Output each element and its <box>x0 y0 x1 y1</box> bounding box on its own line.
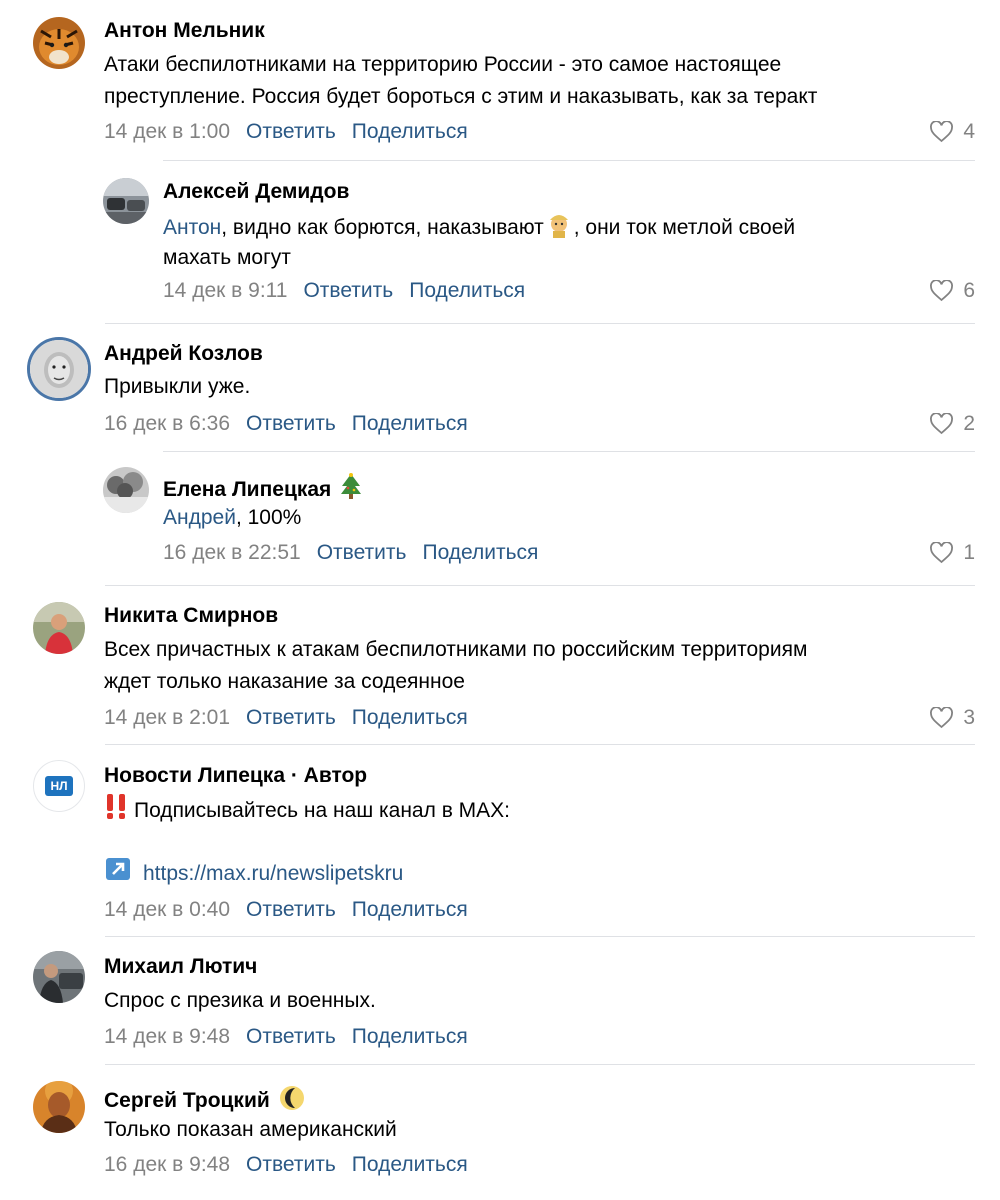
heart-icon <box>930 542 954 564</box>
comment-date[interactable]: 14 дек в 1:00 <box>104 120 230 144</box>
winter-trees-photo <box>103 467 149 513</box>
cars-photo <box>103 178 149 224</box>
avatar[interactable]: НЛ <box>33 760 85 812</box>
mention-link[interactable]: Антон <box>163 216 221 239</box>
man-face-photo <box>30 340 88 398</box>
comment-text-line: Подписывайтесь на наш канал в MAX: <box>104 792 510 831</box>
like-count: 3 <box>963 706 975 729</box>
avatar[interactable] <box>27 337 91 401</box>
comment-author[interactable]: Антон Мельник <box>104 19 265 43</box>
like-count: 4 <box>963 120 975 143</box>
share-button[interactable]: Поделиться <box>409 279 525 303</box>
avatar[interactable] <box>103 178 149 224</box>
comment-author[interactable]: Михаил Лютич <box>104 955 257 979</box>
comment-text-line: Всех причастных к атакам беспилотниками … <box>104 638 808 661</box>
comment-text-line: Атаки беспилотниками на территорию Росси… <box>104 53 782 76</box>
reply-button[interactable]: Ответить <box>246 898 336 922</box>
share-button[interactable]: Поделиться <box>352 120 468 144</box>
arrow-up-right-icon <box>104 856 134 893</box>
avatar[interactable] <box>33 602 85 654</box>
comment-text-line: махать могут <box>163 246 291 269</box>
divider <box>105 744 975 745</box>
comment-text-line: Привыкли уже. <box>104 375 251 398</box>
comment-date[interactable]: 16 дек в 6:36 <box>104 412 230 436</box>
like-button[interactable]: 3 <box>929 706 975 730</box>
like-button[interactable]: 6 <box>929 279 975 303</box>
reply-button[interactable]: Ответить <box>303 279 393 303</box>
share-button[interactable]: Поделиться <box>422 541 538 565</box>
comment-date[interactable]: 16 дек в 22:51 <box>163 541 301 565</box>
share-button[interactable]: Поделиться <box>352 706 468 730</box>
reply-button[interactable]: Ответить <box>246 1025 336 1049</box>
share-button[interactable]: Поделиться <box>352 898 468 922</box>
external-link[interactable]: https://max.ru/newslipetskru <box>143 862 403 885</box>
double-exclamation-emoji <box>104 792 134 831</box>
like-count: 1 <box>963 541 975 564</box>
share-button[interactable]: Поделиться <box>352 1153 468 1177</box>
comment-date[interactable]: 14 дек в 0:40 <box>104 898 230 922</box>
comment-date[interactable]: 14 дек в 2:01 <box>104 706 230 730</box>
avatar[interactable] <box>33 951 85 1003</box>
comment-author[interactable]: Новости Липецка · Автор <box>104 764 367 788</box>
comment-text-line: Спрос с презика и военных. <box>104 989 376 1012</box>
reply-button[interactable]: Ответить <box>246 706 336 730</box>
comment-text-line: преступление. Россия будет бороться с эт… <box>104 85 818 108</box>
christmas-tree-emoji <box>339 473 363 507</box>
like-count: 2 <box>963 412 975 435</box>
comment-author[interactable]: Алексей Демидов <box>163 180 349 204</box>
bald-man-photo <box>33 1081 85 1133</box>
comment-date[interactable]: 14 дек в 9:11 <box>163 279 287 303</box>
divider <box>105 1064 975 1065</box>
person-car-photo <box>33 951 85 1003</box>
divider <box>163 451 975 452</box>
comment-author[interactable]: Никита Смирнов <box>104 604 278 628</box>
comment-text-line: ждет только наказание за содеянное <box>104 670 465 693</box>
divider <box>105 323 975 324</box>
reply-button[interactable]: Ответить <box>317 541 407 565</box>
police-officer-emoji <box>544 208 574 249</box>
heart-icon <box>930 280 954 302</box>
heart-icon <box>930 707 954 729</box>
heart-icon <box>930 413 954 435</box>
like-button[interactable]: 4 <box>929 120 975 144</box>
divider <box>105 936 975 937</box>
mention-link[interactable]: Андрей <box>163 506 236 529</box>
reply-button[interactable]: Ответить <box>246 412 336 436</box>
avatar[interactable] <box>103 467 149 513</box>
share-button[interactable]: Поделиться <box>352 1025 468 1049</box>
avatar[interactable] <box>33 17 85 69</box>
tiger-photo <box>33 17 85 69</box>
like-count: 6 <box>963 279 975 302</box>
share-button[interactable]: Поделиться <box>352 412 468 436</box>
comment-author[interactable]: Андрей Козлов <box>104 342 263 366</box>
like-button[interactable]: 1 <box>929 541 975 565</box>
comment-text-line: Только показан американский <box>104 1118 397 1141</box>
heart-icon <box>930 121 954 143</box>
divider <box>105 585 975 586</box>
avatar[interactable] <box>33 1081 85 1133</box>
person-photo <box>33 602 85 654</box>
comment-date[interactable]: 16 дек в 9:48 <box>104 1153 230 1177</box>
divider <box>163 160 975 161</box>
community-logo: НЛ <box>45 776 73 796</box>
comment-text-line: Андрей, 100% <box>163 506 302 529</box>
link-line[interactable]: https://max.ru/newslipetskru <box>104 856 403 893</box>
comment-date[interactable]: 14 дек в 9:48 <box>104 1025 230 1049</box>
reply-button[interactable]: Ответить <box>246 1153 336 1177</box>
reply-button[interactable]: Ответить <box>246 120 336 144</box>
like-button[interactable]: 2 <box>929 412 975 436</box>
